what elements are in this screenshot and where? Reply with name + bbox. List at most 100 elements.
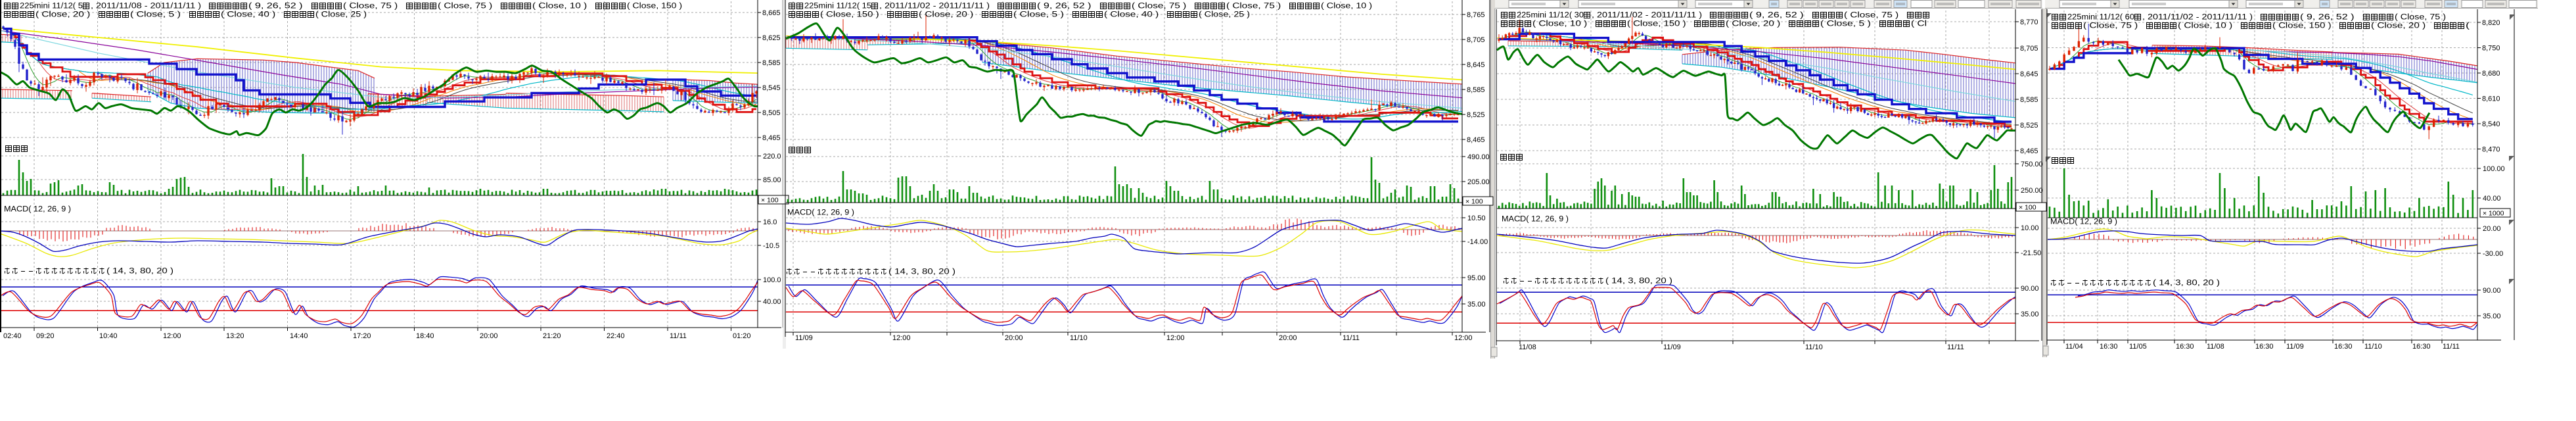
svg-text:20:00: 20:00 — [1005, 334, 1023, 342]
svg-text:02:40: 02:40 — [3, 332, 22, 340]
svg-text:10:40: 10:40 — [99, 332, 118, 340]
svg-text:-10.5: -10.5 — [763, 242, 779, 250]
svg-text:MACD( 12, 26, 9 ): MACD( 12, 26, 9 ) — [1502, 216, 1569, 224]
svg-text:8,505: 8,505 — [762, 109, 781, 117]
svg-text:( Close, 75 ): ( Close, 75 ) — [343, 3, 406, 11]
svg-text:10.00: 10.00 — [2021, 224, 2039, 232]
svg-text:8,585: 8,585 — [1467, 86, 1485, 94]
svg-text:8,765: 8,765 — [1467, 11, 1485, 19]
svg-text:× 100: × 100 — [1465, 198, 1483, 206]
svg-text:8,465: 8,465 — [1467, 136, 1485, 144]
svg-text:8,465: 8,465 — [2020, 147, 2038, 155]
svg-text:11/11: 11/11 — [1343, 334, 1360, 342]
svg-text:100.0: 100.0 — [763, 276, 781, 284]
svg-text:8,465: 8,465 — [762, 134, 781, 142]
svg-text:09:20: 09:20 — [36, 332, 55, 340]
svg-text:( Close, 20 ): ( Close, 20 ) — [1726, 20, 1789, 28]
svg-text:( 14, 3, 80, 20 ): ( 14, 3, 80, 20 ) — [2153, 280, 2220, 287]
svg-text:12:00: 12:00 — [163, 332, 181, 340]
svg-text:8,680: 8,680 — [2482, 70, 2500, 78]
svg-text:8,645: 8,645 — [2020, 70, 2038, 78]
svg-text:8,645: 8,645 — [1467, 61, 1485, 69]
svg-text:20:00: 20:00 — [1279, 334, 1297, 342]
svg-text:( Close, 5 ): ( Close, 5 ) — [1013, 11, 1072, 19]
svg-text:( Close, 75 ): ( Close, 75 ) — [2083, 22, 2146, 30]
svg-text:( Close, 75 ): ( Close, 75 ) — [2395, 14, 2446, 22]
svg-text:( Cl: ( Cl — [1911, 20, 1927, 28]
svg-text:(: ( — [2466, 22, 2470, 30]
svg-text:8,705: 8,705 — [2020, 45, 2038, 53]
svg-text:( Close, 10 ): ( Close, 10 ) — [1321, 3, 1372, 11]
svg-text:12:00: 12:00 — [1454, 334, 1473, 342]
svg-text:16:30: 16:30 — [2176, 343, 2194, 351]
svg-text:11/04: 11/04 — [2065, 343, 2083, 351]
svg-text:× 100: × 100 — [2019, 204, 2036, 212]
svg-text:( 9, 26, 52 ): ( 9, 26, 52 ) — [2300, 14, 2363, 22]
svg-text:14:40: 14:40 — [290, 332, 308, 340]
svg-text:8,770: 8,770 — [2020, 18, 2038, 26]
svg-text:95.00: 95.00 — [1467, 274, 1486, 282]
svg-text:205.00: 205.00 — [1467, 178, 1490, 186]
svg-text:8,705: 8,705 — [1467, 36, 1485, 44]
svg-text:8,470: 8,470 — [2482, 146, 2500, 154]
svg-text:18:40: 18:40 — [416, 332, 434, 340]
svg-text:35.00: 35.00 — [1467, 301, 1486, 309]
svg-text:( Close, 150 ): ( Close, 150 ) — [820, 11, 887, 19]
svg-text:( Close, 75 ): ( Close, 75 ) — [438, 3, 501, 11]
svg-text:( 14, 3, 80, 20 ): ( 14, 3, 80, 20 ) — [1605, 278, 1672, 285]
svg-text:-21.50: -21.50 — [2021, 249, 2041, 257]
svg-text:16:30: 16:30 — [2412, 343, 2431, 351]
svg-text:( Close, 10 ): ( Close, 10 ) — [1532, 20, 1596, 28]
svg-text:( Close, 75 ): ( Close, 75 ) — [1226, 3, 1289, 11]
svg-text:MACD( 12, 26, 9 ): MACD( 12, 26, 9 ) — [4, 206, 71, 214]
svg-text:( 9, 26, 52 ): ( 9, 26, 52 ) — [1749, 12, 1812, 20]
svg-text:16:30: 16:30 — [2100, 343, 2118, 351]
svg-text:11/10: 11/10 — [1070, 334, 1088, 342]
svg-text:( Close, 10 ): ( Close, 10 ) — [532, 3, 595, 11]
svg-text:( Close, 40 ): ( Close, 40 ) — [1104, 11, 1167, 19]
svg-text:MACD( 12, 26, 9 ): MACD( 12, 26, 9 ) — [787, 209, 854, 217]
svg-text:-30.00: -30.00 — [2483, 250, 2503, 258]
svg-text:8,820: 8,820 — [2482, 19, 2500, 27]
svg-text:250.00: 250.00 — [2021, 187, 2043, 195]
svg-text:( Close, 20 ): ( Close, 20 ) — [919, 11, 982, 19]
svg-text:85.00: 85.00 — [763, 176, 781, 184]
svg-text:11/09: 11/09 — [2286, 343, 2304, 351]
svg-text:13:20: 13:20 — [226, 332, 244, 340]
svg-text:( Close, 25 ): ( Close, 25 ) — [315, 11, 367, 19]
svg-text:490.00: 490.00 — [1467, 153, 1490, 161]
svg-text:( 14, 3, 80, 20 ): ( 14, 3, 80, 20 ) — [106, 268, 173, 276]
svg-text:8,665: 8,665 — [762, 9, 781, 17]
svg-text:225mini 11/12( 60: 225mini 11/12( 60 — [2067, 14, 2134, 22]
svg-text:17:20: 17:20 — [353, 332, 371, 340]
svg-text:11/08: 11/08 — [2207, 343, 2224, 351]
svg-text:11/10: 11/10 — [2364, 343, 2382, 351]
svg-text:100.00: 100.00 — [2483, 165, 2505, 173]
svg-text:16:30: 16:30 — [2334, 343, 2353, 351]
svg-text:11/10: 11/10 — [1805, 343, 1823, 351]
svg-text:, 2011/11/02 - 2011/11/11 ): , 2011/11/02 - 2011/11/11 ) — [2142, 14, 2261, 22]
svg-text:8,750: 8,750 — [2482, 45, 2500, 53]
svg-text:8,585: 8,585 — [2020, 96, 2038, 104]
svg-text:11/05: 11/05 — [2129, 343, 2147, 351]
svg-text:( Close, 75 ): ( Close, 75 ) — [1844, 12, 1907, 20]
svg-text:16:30: 16:30 — [2255, 343, 2274, 351]
svg-text:12:00: 12:00 — [892, 334, 911, 342]
svg-text:11/11: 11/11 — [1947, 343, 1964, 351]
svg-text:16.0: 16.0 — [763, 218, 777, 226]
svg-text:12:00: 12:00 — [1166, 334, 1185, 342]
svg-text:90.00: 90.00 — [2021, 285, 2039, 293]
svg-text:, 2011/11/02 - 2011/11/11 ): , 2011/11/02 - 2011/11/11 ) — [1592, 12, 1710, 20]
svg-text:( 9, 26, 52 ): ( 9, 26, 52 ) — [248, 3, 311, 11]
svg-text:40.00: 40.00 — [2483, 195, 2501, 203]
svg-text:750.00: 750.00 — [2021, 161, 2043, 168]
svg-text:20.00: 20.00 — [2483, 225, 2501, 233]
svg-text:( Close, 5 ): ( Close, 5 ) — [130, 11, 189, 19]
svg-text:8,625: 8,625 — [762, 34, 781, 42]
svg-text:( Close, 25 ): ( Close, 25 ) — [1199, 11, 1250, 19]
svg-text:-14.00: -14.00 — [1467, 238, 1488, 246]
svg-text:11/09: 11/09 — [795, 334, 813, 342]
svg-text:× 1000: × 1000 — [2483, 210, 2504, 218]
svg-text:8,585: 8,585 — [762, 59, 781, 67]
svg-text:( 9, 26, 52 ): ( 9, 26, 52 ) — [1037, 3, 1100, 11]
